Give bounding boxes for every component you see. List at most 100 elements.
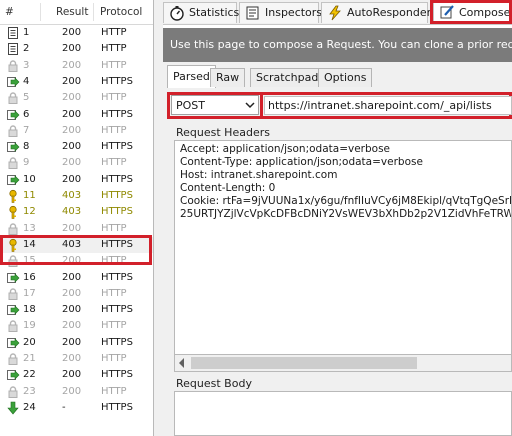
subtab-parsed[interactable]: Parsed [167,65,216,88]
session-row[interactable]: 10 200 HTTPS [0,172,153,188]
session-number: 17 [23,287,36,299]
request-body-textarea[interactable] [174,391,512,436]
session-result: 200 [62,92,82,104]
lock-icon [8,92,18,105]
session-row[interactable]: 1 200 HTTP [0,25,153,41]
session-list[interactable]: # Result Protocol 1 200 HTTP 2 200 HTTP 3 200 HT… [0,0,154,436]
lock-icon [8,353,18,365]
arrow-right-icon [7,109,20,120]
session-protocol: HTTPS [101,271,133,283]
composer-banner: Use this page to compose a Request. You … [163,28,512,62]
session-row[interactable]: 22 200 HTTPS [0,367,153,383]
session-result: 200 [62,369,82,381]
session-row[interactable]: 21 200 HTTP [0,351,153,367]
method-select[interactable]: POST [171,95,259,115]
header-line: Host: intranet.sharepoint.com [180,169,338,181]
session-result: 200 [62,271,82,283]
session-number: 18 [23,304,36,316]
session-row[interactable]: 16 200 HTTPS [0,270,153,286]
session-protocol: HTTPS [101,336,133,348]
lock-icon [8,288,18,300]
pane-gutter [154,24,163,436]
header-line: Content-Length: 0 [180,182,276,194]
session-protocol: HTTP [101,222,127,234]
session-protocol: HTTPS [101,304,133,316]
session-protocol: HTTP [101,124,127,136]
header-line: 25URTJYZjlVcVpKcDFBcDNiY2VsWEV3bXhDb2p2V… [180,208,512,220]
request-body-label: Request Body [176,377,252,390]
arrow-right-icon [7,272,20,283]
tab-inspectors[interactable]: Inspectors [239,2,322,23]
session-row[interactable]: 18 200 HTTPS [0,302,153,318]
session-row[interactable]: 7 200 HTTP [0,123,153,139]
session-row[interactable]: 24 - HTTPS [0,400,153,416]
lock-icon [8,157,18,170]
header-line: Cookie: rtFa=9jVUUNa1x/y6gu/fnfIIuVCy6jM… [180,195,512,207]
column-result[interactable]: Result [56,6,88,18]
headers-horizontal-scrollbar[interactable] [174,354,512,372]
request-headers-label: Request Headers [176,126,270,139]
document-icon [8,27,18,39]
session-number: 2 [23,43,30,55]
session-result: 403 [62,190,82,201]
session-row[interactable]: 19 200 HTTP [0,318,153,334]
session-number: 22 [23,369,36,381]
arrow-down-icon [7,401,19,415]
session-row[interactable]: 17 200 HTTP [0,286,153,302]
session-protocol: HTTP [101,320,127,332]
lock-icon [8,59,18,72]
url-input[interactable]: https://intranet.sharepoint.com/_api/lis… [264,96,512,115]
session-list-header: # Result Protocol [0,0,153,25]
session-result: 200 [62,141,82,153]
session-row[interactable]: 20 200 HTTPS [0,335,153,351]
lock-icon [8,222,18,235]
session-row[interactable]: 2 200 HTTP [0,41,153,57]
session-protocol: HTTP [101,157,127,169]
column-number[interactable]: # [5,6,14,18]
session-row[interactable]: 11 403 HTTPS [0,188,153,204]
session-row[interactable]: 5 200 HTTP [0,90,153,106]
method-value: POST [176,99,205,112]
session-result: 200 [62,157,82,169]
session-row[interactable]: 12 403 HTTPS [0,204,153,220]
session-protocol: HTTP [101,59,127,71]
arrow-right-icon [7,305,20,316]
session-result: 200 [62,287,82,299]
arrow-right-icon [7,337,20,348]
session-result: 200 [62,124,82,136]
session-protocol: HTTPS [101,401,133,413]
session-number: 20 [23,336,36,348]
session-row[interactable]: 3 200 HTTP [0,58,153,74]
session-number: 5 [23,92,30,104]
session-number: 7 [23,124,30,136]
subtab-options[interactable]: Options [318,68,373,87]
session-number: 13 [23,222,36,234]
session-number: 10 [23,173,36,185]
session-row[interactable]: 8 200 HTTPS [0,139,153,155]
arrow-right-icon [7,76,20,87]
session-row[interactable]: 23 200 HTTP [0,384,153,400]
composer-subtabs: Parsed Raw Scratchpad Options [163,62,512,89]
lock-icon [8,320,18,333]
subtab-raw[interactable]: Raw [210,68,246,87]
subtab-scratchpad[interactable]: Scratchpad [250,68,325,87]
session-protocol: HTTPS [101,173,133,185]
key-icon [9,189,17,203]
scrollbar-thumb[interactable] [191,357,417,369]
session-row[interactable]: 6 200 HTTPS [0,107,153,123]
request-headers-textarea[interactable]: Accept: application/json;odata=verbose C… [174,140,512,372]
session-number: 6 [23,108,30,120]
column-protocol[interactable]: Protocol [100,6,142,18]
tab-statistics[interactable]: Statistics [163,2,239,23]
session-protocol: HTTP [101,353,127,364]
session-number: 16 [23,271,36,283]
header-line: Accept: application/json;odata=verbose [180,143,391,155]
session-number: 21 [23,353,36,364]
session-result: 200 [62,27,82,38]
session-row[interactable]: 9 200 HTTP [0,155,153,171]
document-icon [8,43,18,56]
scroll-left-icon[interactable] [179,358,184,368]
session-row[interactable]: 4 200 HTTPS [0,74,153,90]
session-protocol: HTTPS [101,190,133,201]
tab-autoresponder[interactable]: AutoResponder [321,2,431,23]
